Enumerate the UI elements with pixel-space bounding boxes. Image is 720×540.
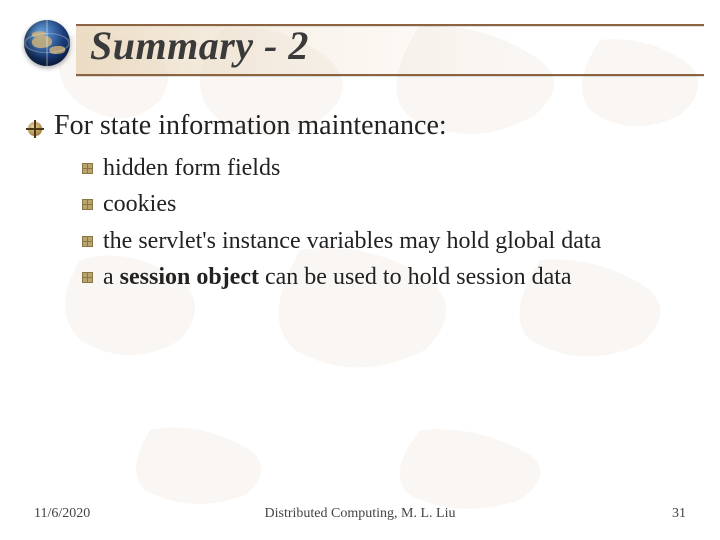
- list-item-text: the servlet's instance variables may hol…: [103, 225, 601, 257]
- list-item-text: a session object can be used to hold ses…: [103, 261, 572, 293]
- slide-footer: 11/6/2020 Distributed Computing, M. L. L…: [0, 506, 720, 526]
- square-bullet-icon: [82, 163, 93, 174]
- footer-center: Distributed Computing, M. L. Liu: [0, 506, 720, 522]
- list-item: a session object can be used to hold ses…: [82, 261, 700, 293]
- bullet-level1: For state information maintenance:: [26, 110, 700, 142]
- square-bullet-icon: [82, 236, 93, 247]
- title-rule-bot: [76, 74, 704, 76]
- slide-title: Summary - 2: [90, 22, 309, 69]
- footer-page-number: 31: [672, 506, 686, 522]
- list-item-text: hidden form fields: [103, 152, 280, 184]
- slide-body: For state information maintenance: hidde…: [26, 110, 700, 298]
- list-item-text: cookies: [103, 188, 176, 220]
- slide: Summary - 2 For state information mainte…: [0, 0, 720, 540]
- slide-header: Summary - 2: [0, 8, 720, 88]
- list-item: cookies: [82, 188, 700, 220]
- globe-icon: [24, 20, 70, 66]
- bullet-level1-text: For state information maintenance:: [54, 110, 447, 142]
- list-item: hidden form fields: [82, 152, 700, 184]
- compass-bullet-icon: [26, 120, 44, 138]
- square-bullet-icon: [82, 199, 93, 210]
- bullet-level2-list: hidden form fields cookies the servlet's…: [82, 152, 700, 294]
- square-bullet-icon: [82, 272, 93, 283]
- list-item: the servlet's instance variables may hol…: [82, 225, 700, 257]
